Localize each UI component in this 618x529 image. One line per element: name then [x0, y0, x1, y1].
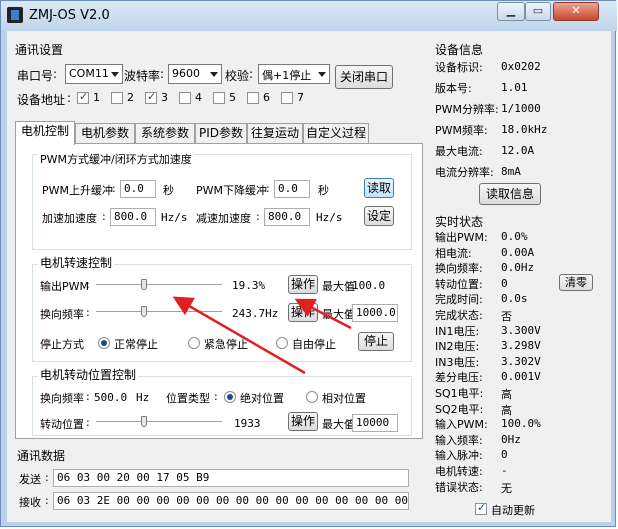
maximize-button[interactable]: ▭	[525, 2, 551, 21]
window-title: ZMJ-OS V2.0	[29, 8, 110, 23]
maximize-icon: ▭	[532, 4, 544, 17]
close-icon: ✕	[571, 4, 581, 17]
minimize-icon: ▁	[506, 4, 516, 17]
app-window: ZMJ-OS V2.0 ▁ ▭ ✕ 通讯设置 串口号 : COM11 波特率 :…	[0, 0, 617, 527]
close-window-button[interactable]: ✕	[553, 2, 599, 21]
title-bar: ZMJ-OS V2.0 ▁ ▭ ✕	[1, 1, 617, 31]
annotation-arrows	[172, 296, 352, 375]
arrow-to-freq-slider	[172, 296, 306, 375]
arrow-to-freq-operate	[294, 298, 352, 330]
client-area: 通讯设置 串口号 : COM11 波特率 : 9600 校验 : 偶+1停止 关…	[7, 31, 611, 522]
app-icon	[7, 7, 23, 23]
minimize-button[interactable]: ▁	[497, 2, 525, 21]
tab-1[interactable]: 电机控制	[15, 121, 75, 145]
